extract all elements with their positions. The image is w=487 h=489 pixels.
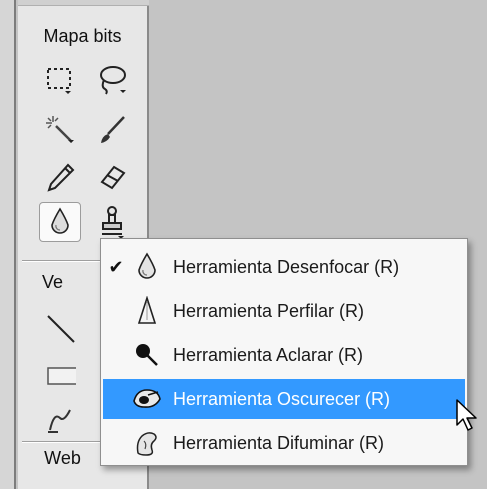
- mouse-pointer-icon: [456, 399, 477, 431]
- pencil-tool[interactable]: [39, 158, 81, 198]
- section-title-bitmap: Mapa bits: [43, 26, 122, 46]
- menu-item-desenfocar[interactable]: ✔ Herramienta Desenfocar (R): [103, 247, 465, 287]
- blur-drop-icon: [51, 207, 69, 234]
- burn-icon: [133, 389, 161, 408]
- sharpen-icon: [137, 296, 157, 324]
- freeform-icon: [48, 409, 71, 433]
- eraser-tool[interactable]: [91, 158, 133, 198]
- menu-item-perfilar[interactable]: Herramienta Perfilar (R): [103, 291, 465, 331]
- check-icon: ✔: [108, 256, 124, 277]
- magic-wand-tool[interactable]: [39, 110, 81, 150]
- panel-top-border: [18, 0, 149, 6]
- blur-tools-flyout-menu: ✔ Herramienta Desenfocar (R) Herramienta…: [100, 238, 468, 466]
- rubber-stamp-tool[interactable]: [91, 202, 133, 242]
- pencil-icon: [47, 163, 75, 192]
- menu-item-difuminar[interactable]: Herramienta Difuminar (R): [103, 423, 465, 463]
- menu-item-label: Herramienta Difuminar (R): [173, 432, 385, 453]
- blur-tool[interactable]: [39, 202, 81, 242]
- menu-item-label: Herramienta Perfilar (R): [173, 300, 365, 321]
- menu-item-label: Herramienta Desenfocar (R): [173, 256, 400, 277]
- marquee-icon: [47, 68, 71, 94]
- magic-wand-icon: [46, 116, 74, 143]
- freeform-tool[interactable]: [39, 400, 81, 440]
- eraser-icon: [100, 165, 126, 190]
- left-edge-strip: [0, 0, 16, 489]
- lasso-icon: [100, 66, 126, 95]
- rectangle-icon: [47, 367, 76, 385]
- brush-tool[interactable]: [91, 110, 133, 150]
- line-icon: [47, 315, 75, 343]
- menu-item-oscurecer[interactable]: Herramienta Oscurecer (R): [103, 379, 465, 419]
- line-tool[interactable]: [39, 308, 81, 348]
- menu-item-aclarar[interactable]: Herramienta Aclarar (R): [103, 335, 465, 375]
- menu-item-label: Herramienta Aclarar (R): [173, 344, 364, 365]
- marquee-tool[interactable]: [39, 60, 81, 100]
- lasso-tool[interactable]: [91, 60, 133, 100]
- rubber-stamp-icon: [102, 206, 124, 239]
- blur-drop-icon: [138, 252, 156, 279]
- dodge-icon: [136, 344, 158, 366]
- brush-icon: [101, 116, 125, 143]
- menu-item-label: Herramienta Oscurecer (R): [173, 388, 391, 409]
- rectangle-tool[interactable]: [39, 356, 81, 396]
- smudge-icon: [136, 432, 157, 456]
